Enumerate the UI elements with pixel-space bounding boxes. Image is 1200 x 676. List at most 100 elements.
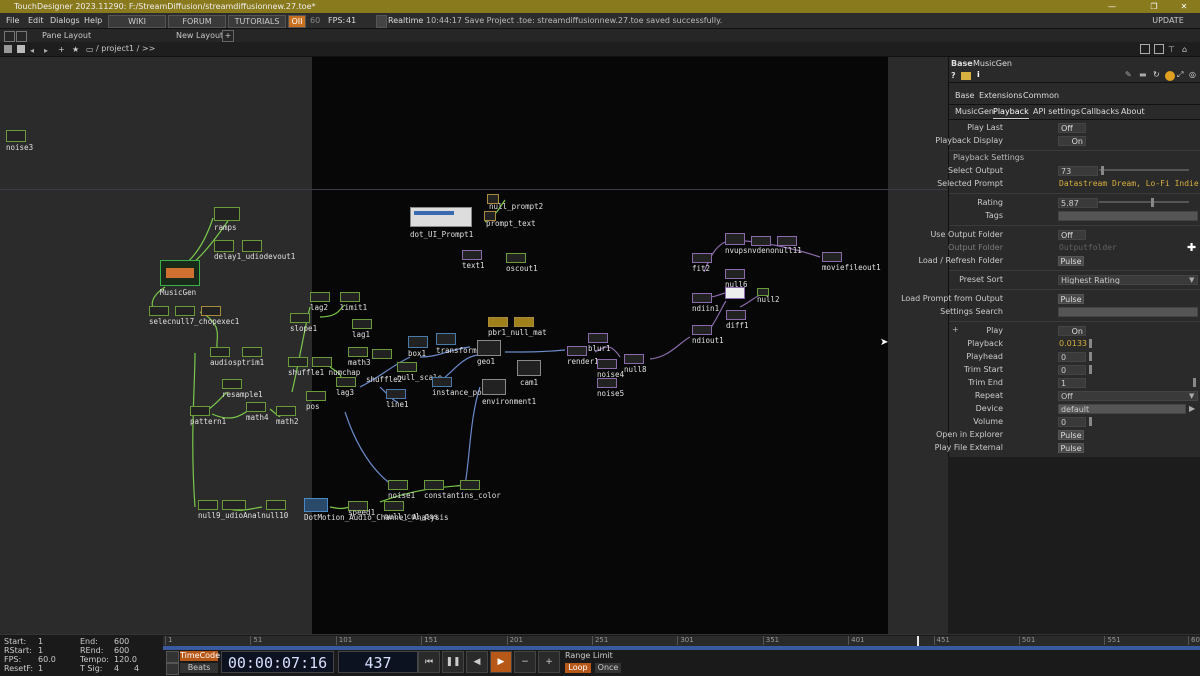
beats-checkbox[interactable] (166, 663, 179, 675)
tab-musicgen[interactable]: MusicGen (955, 106, 994, 118)
tab-common[interactable]: Common (1023, 90, 1059, 102)
trim-end-slider-handle[interactable] (1193, 378, 1196, 387)
rewind-icon[interactable]: ⏮ (418, 651, 440, 673)
rating-slider[interactable] (1099, 201, 1189, 203)
star-icon[interactable]: ★ (72, 43, 79, 57)
network-path[interactable]: / project1 / >> (96, 42, 155, 56)
play-toggle[interactable]: On (1058, 326, 1086, 336)
repeat-chevron-down-icon[interactable]: ▼ (1189, 390, 1194, 402)
rend-value[interactable]: 600 (114, 646, 129, 655)
rating-slider-handle[interactable] (1151, 198, 1154, 207)
tab-base[interactable]: Base (955, 90, 974, 102)
step-back-icon[interactable]: ◀ (466, 651, 488, 673)
device-chevron-right-icon[interactable]: ▶ (1189, 403, 1195, 415)
refresh-icon[interactable]: ↻ (1153, 70, 1160, 79)
volume-field[interactable]: 0 (1058, 417, 1086, 427)
comment-icon[interactable]: ▬ (1139, 70, 1147, 79)
fps-value-field[interactable]: 60.0 (38, 655, 56, 664)
play-file-external-pulse-button[interactable]: Pulse (1058, 443, 1084, 453)
tab-extensions[interactable]: Extensions (979, 90, 1022, 102)
start-value[interactable]: 1 (38, 637, 43, 646)
resetf-value[interactable]: 1 (38, 664, 43, 673)
preset-sort-chevron-down-icon[interactable]: ▼ (1189, 274, 1194, 286)
settings-search-field[interactable] (1058, 307, 1198, 317)
back-icon[interactable]: ◂ (30, 44, 34, 58)
path-bookmark-icon[interactable]: ▭ (86, 43, 94, 57)
once-button[interactable]: Once (595, 663, 621, 673)
menu-help[interactable]: Help (84, 13, 102, 28)
volume-slider-handle[interactable] (1089, 417, 1092, 426)
edit-icon[interactable]: ✎ (1125, 70, 1132, 79)
add-folder-icon[interactable]: ✚ (1187, 241, 1196, 254)
select-output-slider[interactable] (1099, 169, 1189, 171)
tutorials-button[interactable]: TUTORIALS (228, 15, 286, 28)
timeline-range-bar[interactable] (163, 646, 1200, 650)
tab-api-settings[interactable]: API settings (1033, 106, 1080, 118)
preset-sort-dropdown[interactable]: Highest Rating (1058, 275, 1198, 285)
open-explorer-pulse-button[interactable]: Pulse (1058, 430, 1084, 440)
playhead-field[interactable]: 0 (1058, 352, 1086, 362)
device-dropdown[interactable]: default (1058, 404, 1186, 414)
timecode-button[interactable]: TimeCode (180, 651, 220, 661)
expand-icon[interactable]: ⤢ (1177, 70, 1183, 80)
load-refresh-pulse-button[interactable]: Pulse (1058, 256, 1084, 266)
output-folder-field[interactable]: Outputfolder (1059, 242, 1117, 254)
pane-options-icon[interactable] (16, 31, 27, 42)
selected-prompt-value[interactable]: Datastream Dream, Lo-Fi Indie, (1059, 178, 1200, 190)
pane-split-icon[interactable] (4, 31, 15, 42)
frame-display[interactable]: 437 (338, 651, 418, 673)
tab-playback[interactable]: Playback (993, 106, 1029, 119)
view-list-icon[interactable] (1140, 44, 1150, 54)
trim-start-field[interactable]: 0 (1058, 365, 1086, 375)
view-grid-icon[interactable] (1154, 44, 1164, 54)
step-minus-icon[interactable]: − (514, 651, 536, 673)
playback-display-toggle[interactable]: On (1058, 136, 1086, 146)
repeat-dropdown[interactable]: Off (1058, 391, 1198, 401)
loop-button[interactable]: Loop (565, 663, 591, 673)
forum-button[interactable]: FORUM (168, 15, 226, 28)
oii-button[interactable]: OII (288, 15, 306, 28)
play-forward-icon[interactable]: ▶ (490, 651, 512, 673)
select-output-field[interactable]: 73 (1058, 166, 1098, 176)
new-layout-button[interactable]: New Layout (176, 29, 223, 42)
tempo-value[interactable]: 120.0 (114, 655, 137, 664)
close-button[interactable]: ✕ (1172, 0, 1196, 13)
playback-slider-handle[interactable] (1089, 339, 1092, 348)
forward-icon[interactable]: ▸ (44, 44, 48, 58)
minimize-button[interactable]: — (1100, 0, 1124, 13)
realtime-checkbox[interactable] (376, 15, 387, 28)
python-icon[interactable] (961, 72, 971, 80)
step-plus-icon[interactable]: + (538, 651, 560, 673)
rating-field[interactable]: 5.87 (1058, 198, 1098, 208)
menu-dialogs[interactable]: Dialogs (50, 13, 80, 28)
menu-file[interactable]: File (6, 13, 19, 28)
rstart-value[interactable]: 1 (38, 646, 43, 655)
add-layout-button[interactable]: + (222, 30, 234, 42)
trim-end-field[interactable]: 1 (1058, 378, 1086, 388)
tsig-denominator[interactable]: 4 (134, 664, 139, 673)
end-value[interactable]: 600 (114, 637, 129, 646)
maximize-button[interactable]: ❐ (1142, 0, 1166, 13)
tab-callbacks[interactable]: Callbacks (1081, 106, 1119, 118)
param-header-name[interactable]: MusicGen (973, 59, 1012, 68)
view-tree-icon[interactable]: ⊤ (1168, 43, 1175, 57)
playback-value[interactable]: 0.0133 (1059, 338, 1087, 350)
timecode-display[interactable]: 00:00:07:16 (221, 651, 334, 673)
tab-about[interactable]: About (1121, 106, 1145, 118)
color-icon[interactable] (1165, 71, 1175, 81)
beats-button[interactable]: Beats (180, 663, 218, 673)
select-output-slider-handle[interactable] (1101, 166, 1104, 175)
tsig-numerator[interactable]: 4 (114, 664, 119, 673)
timecode-checkbox[interactable] (166, 651, 179, 663)
settings-icon[interactable]: ◎ (1189, 70, 1196, 79)
menu-edit[interactable]: Edit (28, 13, 44, 28)
use-output-folder-toggle[interactable]: Off (1058, 230, 1086, 240)
help-icon[interactable]: ? (951, 71, 956, 80)
tags-field[interactable] (1058, 211, 1198, 221)
pause-icon[interactable]: ❚❚ (442, 651, 464, 673)
stop-icon[interactable] (17, 45, 25, 53)
network-editor[interactable]: noise3 ramps delay1_udiodevout1 MusicGen… (0, 57, 948, 634)
add-op-icon[interactable]: + (58, 43, 65, 57)
info-icon[interactable]: i (977, 70, 980, 79)
pane-menu-icon[interactable] (4, 45, 12, 53)
